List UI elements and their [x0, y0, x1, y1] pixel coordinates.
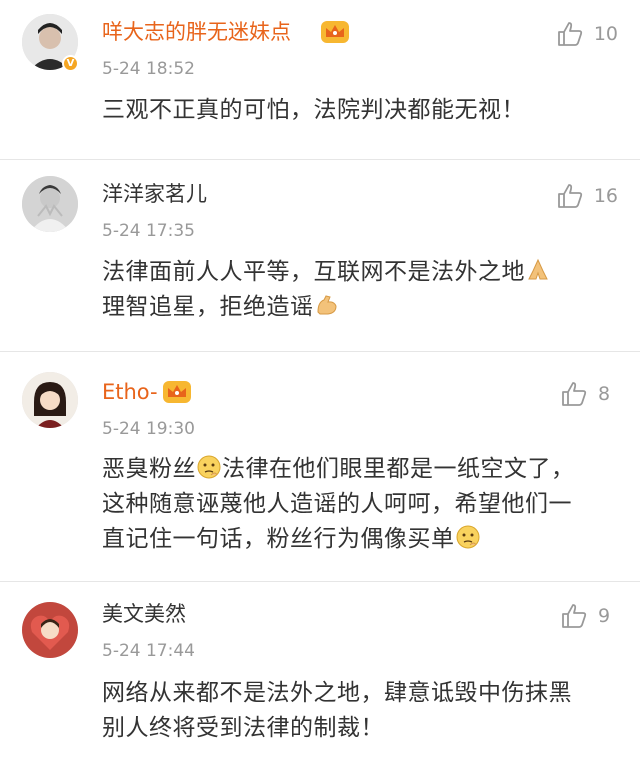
comment-line: 恶臭粉丝 法律在他们眼里都是一纸空文了，: [102, 454, 575, 482]
comment-time: 5-24 17:44: [102, 641, 195, 661]
comment-line: 别人终将受到法律的制裁！: [102, 715, 384, 741]
comment-time: 5-24 19:30: [102, 419, 195, 439]
comment-line: 网络从来都不是法外之地，肆意诋毁中伤抹黑: [102, 680, 572, 706]
like-count: 10: [593, 23, 618, 45]
pray-hands-emoji: [525, 257, 551, 283]
avatar[interactable]: [22, 176, 78, 232]
comment-time: 5-24 17:35: [102, 221, 195, 241]
thinking-face-emoji: [455, 524, 481, 550]
comment-item: Etho- 5-24 19:30 8 恶臭粉丝 法律在他们眼里都是一纸空文了， 这…: [0, 352, 640, 582]
verified-badge-icon: V: [62, 55, 79, 72]
thumbs-up-icon: [560, 380, 588, 408]
like-count: 8: [598, 383, 611, 405]
comment-text: 法律面前人人平等，互联网不是法外之地 理智追星，拒绝造谣: [102, 255, 616, 325]
comment-item: 美文美然 5-24 17:44 9 网络从来都不是法外之地，肆意诋毁中伤抹黑 别…: [0, 582, 640, 762]
comment-item: V 咩大志的胖无迷妹点 5-24 18:52 10 三观不正真的可怕，法院判决都…: [0, 0, 640, 160]
username[interactable]: Etho-: [102, 378, 158, 406]
like-count: 16: [593, 185, 618, 207]
thinking-face-emoji: [196, 454, 222, 480]
avatar[interactable]: [22, 602, 78, 658]
comment-time: 5-24 18:52: [102, 59, 195, 79]
comment-line: 这种随意诬蔑他人造谣的人呵呵，希望他们一: [102, 491, 572, 517]
comment-text: 网络从来都不是法外之地，肆意诋毁中伤抹黑 别人终将受到法律的制裁！: [102, 676, 616, 746]
like-button[interactable]: 16: [556, 182, 618, 210]
username[interactable]: 美文美然: [102, 600, 186, 628]
comment-line: 法律面前人人平等，互联网不是法外之地: [102, 255, 616, 290]
avatar[interactable]: [22, 372, 78, 428]
crown-badge-icon[interactable]: [162, 380, 192, 404]
comment-item: 洋洋家茗儿 5-24 17:35 16 法律面前人人平等，互联网不是法外之地 理…: [0, 160, 640, 352]
like-count: 9: [598, 605, 611, 627]
comment-text: 三观不正真的可怕，法院判决都能无视！: [102, 93, 616, 128]
thumbs-up-icon: [556, 182, 584, 210]
flexed-biceps-emoji: [314, 292, 340, 318]
like-button[interactable]: 9: [560, 602, 618, 630]
thumbs-up-icon: [560, 602, 588, 630]
crown-badge-icon[interactable]: [320, 20, 350, 44]
username[interactable]: 咩大志的胖无迷妹点: [102, 18, 291, 46]
comment-line: 三观不正真的可怕，法院判决都能无视！: [102, 97, 525, 123]
username[interactable]: 洋洋家茗儿: [102, 180, 207, 208]
comment-line: 直记住一句话，粉丝行为偶像买单: [102, 522, 616, 557]
like-button[interactable]: 8: [560, 380, 618, 408]
like-button[interactable]: 10: [556, 20, 618, 48]
comment-line: 理智追星，拒绝造谣: [102, 290, 616, 325]
thumbs-up-icon: [556, 20, 584, 48]
comment-text: 恶臭粉丝 法律在他们眼里都是一纸空文了， 这种随意诬蔑他人造谣的人呵呵，希望他们一…: [102, 452, 616, 557]
